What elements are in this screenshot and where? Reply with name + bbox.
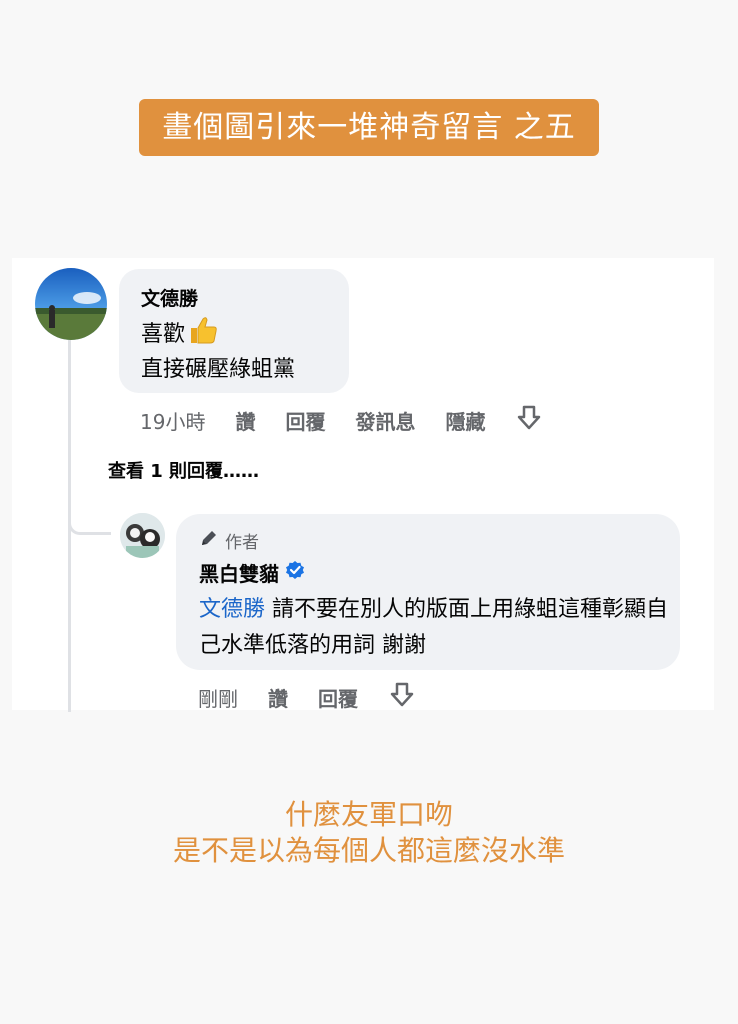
comment-text-line: 喜歡 bbox=[141, 315, 219, 351]
comment-text-1: 喜歡 bbox=[141, 322, 186, 347]
comment-card: 文德勝 喜歡 直接碾壓綠蛆黨 19小時 讚 回覆 發訊息 隱藏 查看 1 則回覆… bbox=[12, 258, 714, 712]
comment-author[interactable]: 文德勝 bbox=[141, 284, 198, 311]
reply-connector bbox=[68, 498, 111, 535]
comment-bubble: 文德勝 喜歡 直接碾壓綠蛆黨 bbox=[119, 269, 349, 393]
reply-share-down-icon[interactable] bbox=[388, 681, 416, 714]
reply-reply-button[interactable]: 回覆 bbox=[318, 683, 358, 712]
comment-text-2: 直接碾壓綠蛆黨 bbox=[141, 357, 296, 382]
comment-actions: 19小時 讚 回覆 發訊息 隱藏 bbox=[140, 404, 543, 437]
comment-time: 19小時 bbox=[140, 410, 206, 434]
reply-like-button[interactable]: 讚 bbox=[268, 683, 288, 712]
reply-body: 請不要在別人的版面上用綠蛆這種彰顯自己水準低落的用詞 謝謝 bbox=[199, 597, 669, 658]
reply-actions: 剛剛 讚 回覆 bbox=[198, 681, 416, 714]
verified-icon bbox=[285, 560, 305, 585]
avatar[interactable] bbox=[35, 268, 107, 340]
author-badge: 作者 bbox=[199, 528, 259, 553]
reply-time: 剛剛 bbox=[198, 687, 238, 711]
title-banner: 畫個圖引來一堆神奇留言 之五 bbox=[139, 99, 599, 156]
hide-button[interactable]: 隱藏 bbox=[445, 406, 485, 435]
author-badge-label: 作者 bbox=[225, 533, 259, 553]
reply-author-row: 黑白雙貓 bbox=[199, 558, 305, 587]
reply-avatar[interactable] bbox=[120, 513, 165, 558]
reply-author[interactable]: 黑白雙貓 bbox=[199, 558, 279, 587]
pencil-icon bbox=[199, 528, 219, 553]
share-down-icon[interactable] bbox=[515, 404, 543, 437]
caption-line-1: 什麼友軍口吻 bbox=[284, 798, 453, 831]
reply-button[interactable]: 回覆 bbox=[285, 406, 325, 435]
mention-link[interactable]: 文德勝 bbox=[199, 597, 265, 622]
like-button[interactable]: 讚 bbox=[235, 406, 255, 435]
caption: 什麼友軍口吻 是不是以為每個人都這麼沒水準 bbox=[0, 797, 738, 869]
reply-text: 文德勝 請不要在別人的版面上用綠蛆這種彰顯自己水準低落的用詞 謝謝 bbox=[199, 592, 669, 664]
view-replies-link[interactable]: 查看 1 則回覆…… bbox=[108, 457, 259, 483]
thumbs-up-icon bbox=[187, 315, 219, 351]
caption-line-2: 是不是以為每個人都這麼沒水準 bbox=[172, 834, 565, 867]
reply-bubble: 作者 黑白雙貓 文德勝 請不要在別人的版面上用綠蛆這種彰顯自己水準低落的用詞 謝… bbox=[176, 514, 680, 670]
message-button[interactable]: 發訊息 bbox=[355, 406, 415, 435]
